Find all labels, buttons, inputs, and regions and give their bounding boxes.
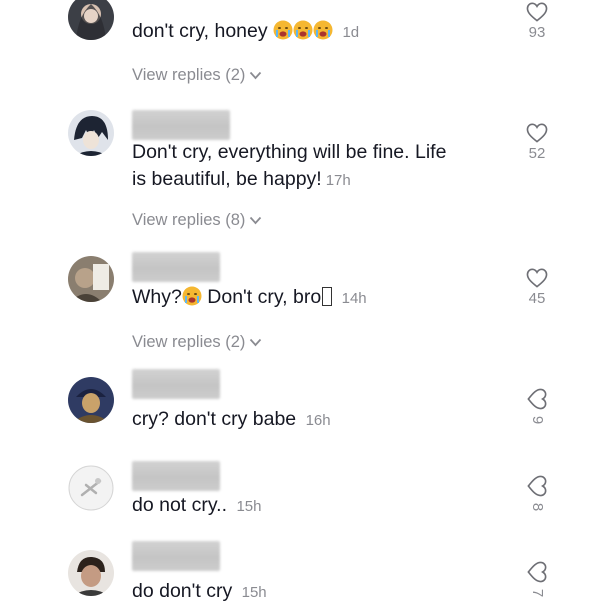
user-avatar-icon [68, 0, 114, 40]
like-button[interactable]: 8 [522, 475, 552, 516]
heart-outline-icon [526, 268, 548, 288]
chevron-down-icon [250, 338, 262, 347]
avatar[interactable] [68, 550, 114, 596]
view-replies-button[interactable]: View replies (2) [132, 66, 262, 85]
username-redacted [132, 541, 220, 571]
view-replies-label: View replies (8) [132, 211, 246, 229]
like-count: 52 [528, 145, 546, 162]
like-count: 45 [528, 290, 546, 307]
view-replies-label: View replies (2) [132, 66, 246, 84]
username-redacted [132, 369, 220, 399]
avatar[interactable] [68, 0, 114, 40]
crying-face-emoji [293, 20, 313, 42]
like-button[interactable]: 7 [522, 561, 552, 602]
avatar[interactable] [68, 465, 114, 511]
heart-outline-icon [527, 561, 547, 583]
like-count: 8 [529, 502, 546, 512]
comment-body-line1: Don't cry, everything will be fine. Life [132, 141, 447, 163]
comment-text: cry? don't cry babe 16h [132, 406, 331, 434]
like-button[interactable]: 45 [522, 268, 552, 308]
timestamp: 15h [236, 498, 262, 515]
user-avatar-icon [68, 465, 114, 511]
like-button[interactable]: 93 [522, 2, 552, 42]
user-avatar-icon [68, 377, 114, 423]
like-button[interactable]: 52 [522, 123, 552, 163]
user-avatar-icon [68, 110, 114, 156]
heart-outline-icon [527, 475, 547, 497]
comment-body-end: Don't cry, bro [207, 286, 322, 308]
user-avatar-icon [68, 256, 114, 302]
like-count: 7 [529, 588, 546, 598]
view-replies-button[interactable]: View replies (8) [132, 211, 262, 230]
view-replies-label: View replies (2) [132, 333, 246, 351]
heart-outline-icon [526, 123, 548, 143]
comment-body-start: Why? [132, 286, 182, 308]
comment-text: Why? Don't cry, bro 14h [132, 284, 367, 312]
heart-outline-icon [527, 388, 547, 410]
timestamp: 14h [341, 290, 367, 307]
username-redacted [132, 252, 220, 282]
avatar[interactable] [68, 377, 114, 423]
like-count: 93 [528, 24, 546, 41]
timestamp: 17h [325, 172, 351, 189]
comment-text: do not cry.. 15h [132, 492, 261, 520]
timestamp: 15h [241, 584, 267, 601]
comment-text: don't cry, honey 1d [132, 18, 359, 46]
missing-glyph-icon [322, 287, 333, 306]
comment-body: do don't cry [132, 580, 233, 602]
crying-face-emoji [273, 20, 293, 42]
comment-body: do not cry.. [132, 494, 228, 516]
view-replies-button[interactable]: View replies (2) [132, 333, 262, 352]
comment-text: Don't cry, everything will be fine. Life… [132, 139, 446, 194]
chevron-down-icon [250, 216, 262, 225]
like-count: 9 [529, 415, 546, 425]
crying-face-emoji [182, 286, 202, 308]
username-redacted [132, 110, 230, 140]
heart-outline-icon [526, 2, 548, 22]
user-avatar-icon [68, 550, 114, 596]
avatar[interactable] [68, 110, 114, 156]
avatar[interactable] [68, 256, 114, 302]
username-redacted [132, 461, 220, 491]
comment-body: don't cry, honey [132, 20, 268, 42]
like-button[interactable]: 9 [522, 388, 552, 429]
comment-body: cry? don't cry babe [132, 408, 297, 430]
chevron-down-icon [250, 71, 262, 80]
comment-text: do don't cry 15h [132, 578, 267, 604]
crying-face-emoji [313, 20, 333, 42]
comment-body-line2: is beautiful, be happy! [132, 168, 322, 190]
timestamp: 16h [305, 412, 331, 429]
timestamp: 1d [342, 24, 360, 41]
